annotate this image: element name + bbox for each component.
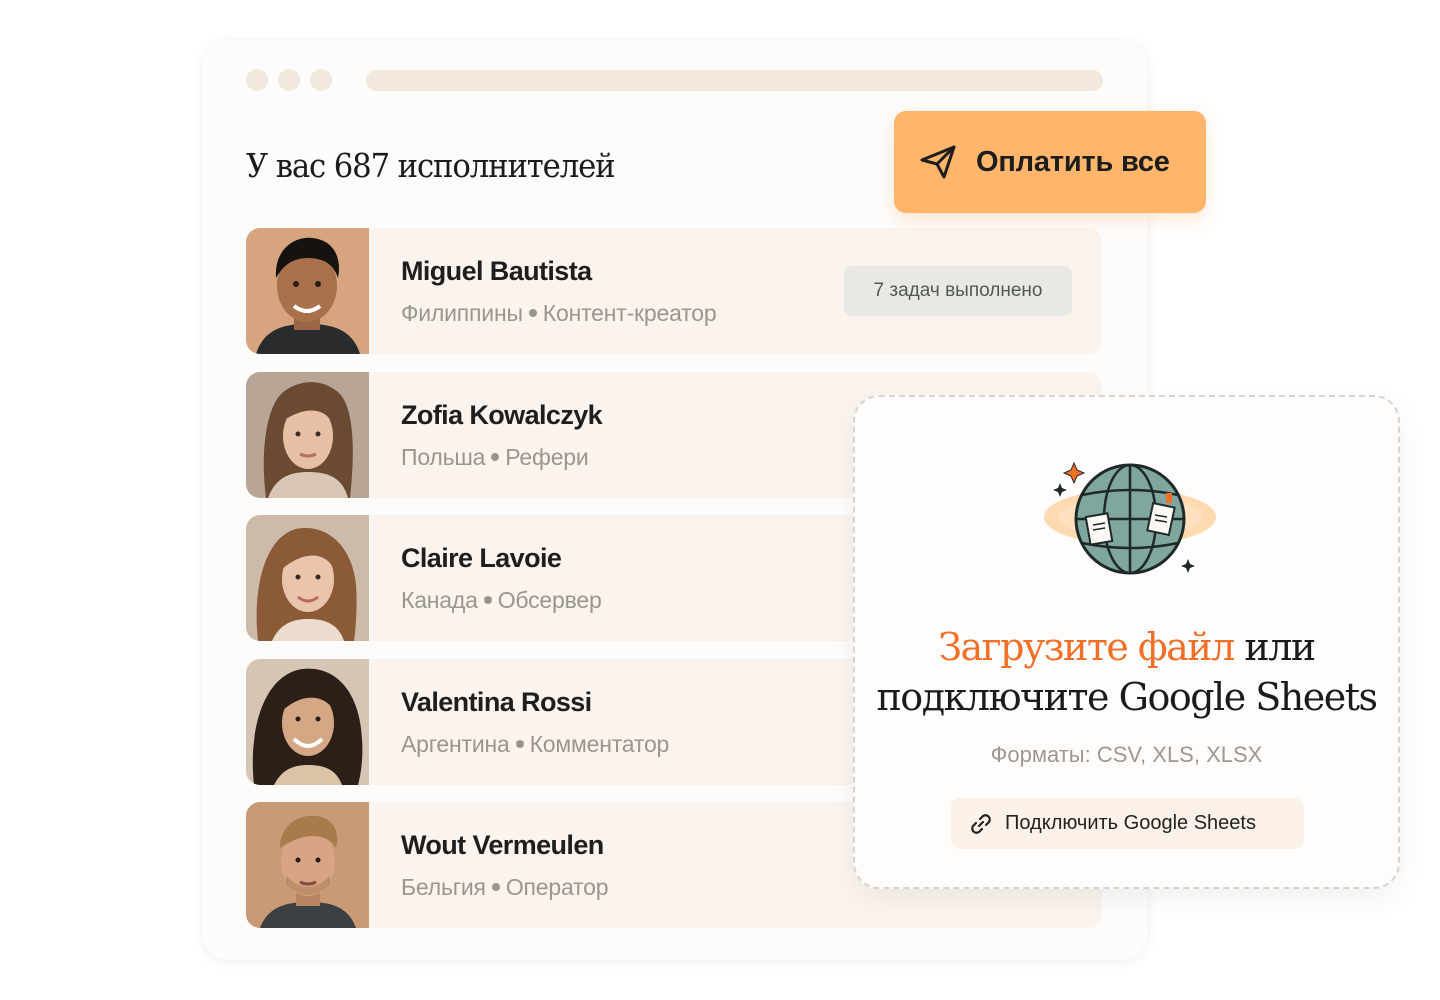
upload-title-rest: или (1233, 625, 1316, 669)
avatar (246, 659, 369, 785)
contractor-name: Wout Vermeulen (401, 830, 604, 860)
contractor-meta: Канада Обсервер (401, 587, 602, 614)
window-dot[interactable] (278, 69, 300, 91)
contractor-country: Бельгия (401, 874, 486, 900)
upload-dropzone[interactable]: Загрузите файл или подключите Google She… (853, 395, 1400, 889)
connect-google-sheets-button[interactable]: Подключить Google Sheets (951, 798, 1304, 849)
contractor-country: Канада (401, 587, 478, 613)
link-icon (971, 813, 991, 834)
contractor-role: Комментатор (529, 731, 670, 757)
upload-title-accent[interactable]: Загрузите файл (938, 625, 1235, 669)
contractor-meta: Филиппины Контент-креатор (401, 300, 717, 327)
window-controls (246, 69, 332, 91)
contractor-country: Филиппины (401, 300, 523, 326)
contractor-meta: Аргентина Комментатор (401, 731, 669, 758)
contractor-country: Польша (401, 444, 486, 470)
dot-separator (491, 452, 500, 461)
connect-google-sheets-label: Подключить Google Sheets (1005, 812, 1256, 834)
contractor-row[interactable]: Miguel Bautista Филиппины Контент-креатор… (246, 228, 1102, 354)
upload-title-line2: подключите Google Sheets (876, 675, 1378, 719)
send-icon (920, 145, 956, 179)
contractor-name: Valentina Rossi (401, 687, 592, 717)
pay-all-button[interactable]: Оплатить все (894, 111, 1206, 213)
contractor-role: Рефери (505, 444, 589, 470)
avatar (246, 372, 369, 498)
contractor-meta: Польша Рефери (401, 444, 589, 471)
dot-separator (528, 308, 537, 317)
avatar (246, 802, 369, 928)
window-dot[interactable] (310, 69, 332, 91)
contractor-role: Обсервер (497, 587, 602, 613)
dot-separator (491, 882, 500, 891)
globe-illustration (1040, 455, 1220, 580)
pay-all-label: Оплатить все (976, 145, 1170, 178)
contractor-country: Аргентина (401, 731, 510, 757)
contractor-name: Miguel Bautista (401, 256, 592, 286)
avatar (246, 228, 369, 354)
upload-title: Загрузите файл или подключите Google She… (855, 622, 1398, 722)
contractor-name: Zofia Kowalczyk (401, 400, 603, 430)
dot-separator (515, 739, 524, 748)
contractor-role: Оператор (505, 874, 609, 900)
contractor-meta: Бельгия Оператор (401, 874, 609, 901)
window-dot[interactable] (246, 69, 268, 91)
contractor-role: Контент-креатор (542, 300, 717, 326)
page-title: У вас 687 исполнителей (246, 146, 616, 185)
address-bar[interactable] (366, 70, 1103, 91)
contractor-name: Claire Lavoie (401, 543, 562, 573)
status-badge: 7 задач выполнено (844, 266, 1072, 316)
supported-formats: Форматы: CSV, XLS, XLSX (990, 742, 1263, 767)
dot-separator (483, 595, 492, 604)
avatar (246, 515, 369, 641)
